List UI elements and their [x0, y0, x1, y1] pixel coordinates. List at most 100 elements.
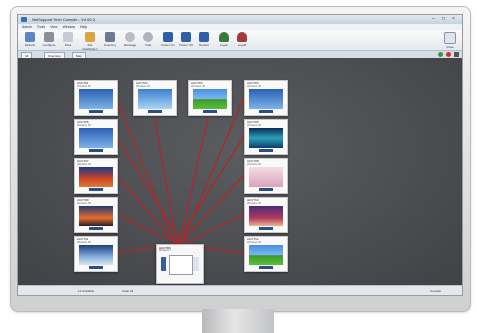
logon-icon — [219, 32, 229, 42]
client-label-bar — [89, 227, 103, 230]
power-off-label: Power Off — [179, 43, 193, 47]
tab-bar: All Overview Map — [18, 51, 462, 59]
client-os: Windows XP — [77, 85, 92, 88]
file-distribution-button[interactable]: File Distribution — [80, 32, 100, 51]
app-window: NetSupport Tech Console - V4.00.3 – □ × … — [17, 14, 463, 296]
client-tile[interactable]: ACCT11 Windows XP — [74, 236, 118, 272]
client-os: Windows XP — [247, 124, 262, 127]
client-os: Windows XP — [247, 202, 262, 205]
status-red-icon — [446, 52, 451, 57]
desktop-thumbnail — [249, 128, 283, 148]
client-tile[interactable]: ACCT06 Windows XP — [244, 119, 288, 155]
client-tile[interactable]: ACCT10 Windows XP — [244, 197, 288, 233]
inventory-icon — [105, 32, 115, 42]
restart-icon — [199, 32, 209, 42]
connection-line — [178, 113, 210, 246]
files-icon — [63, 32, 73, 42]
desktop-thumbnail — [249, 245, 283, 265]
chat-label: Chat — [144, 43, 152, 47]
restart-label: Restart — [199, 43, 209, 47]
client-map-canvas: ACCT01 Windows XP ACCT02 Windows XP ACCT03 Wi… — [18, 58, 462, 285]
server-tile[interactable]: ACCT00 Windows 7 — [156, 244, 204, 284]
menu-admin[interactable]: Admin — [22, 25, 32, 29]
client-os: Windows XP — [136, 85, 151, 88]
client-label-bar — [259, 149, 273, 152]
app-icon — [21, 17, 27, 22]
message-label: Message — [123, 43, 137, 47]
desktop-thumbnail — [79, 167, 113, 187]
client-tile[interactable]: ACCT04 Windows XP — [244, 80, 288, 116]
client-label-bar — [259, 110, 273, 113]
close-icon[interactable]: × — [449, 16, 458, 22]
client-label-bar — [259, 266, 273, 269]
desktop-thumbnail — [138, 89, 172, 109]
connection-line — [178, 174, 245, 246]
chat-icon — [143, 32, 153, 42]
refresh-label: Refresh — [24, 43, 36, 47]
client-tile[interactable]: ACCT07 Windows XP — [74, 158, 118, 194]
client-label-bar — [259, 188, 273, 191]
monitor-stand — [202, 309, 274, 333]
menu-help[interactable]: Help — [80, 25, 87, 29]
power-off-button[interactable]: Power Off — [178, 32, 194, 49]
configure-button[interactable]: Configure — [41, 32, 57, 49]
toolbar: Refresh Configure Files File Distributio… — [18, 30, 462, 51]
logoff-label: Logoff — [237, 43, 247, 47]
menu-window[interactable]: Window — [63, 25, 75, 29]
menu-tools[interactable]: Tools — [37, 25, 45, 29]
client-tile[interactable]: ACCT12 Windows XP — [244, 236, 288, 272]
status-bar: 12 Available Clear All Console — [18, 285, 462, 295]
minimize-icon[interactable]: – — [429, 16, 438, 22]
client-os: Windows XP — [77, 241, 92, 244]
client-tile[interactable]: ACCT02 Windows XP — [133, 80, 177, 116]
power-on-icon — [163, 32, 173, 42]
file-distribution-icon — [85, 32, 95, 42]
status-green-icon — [438, 52, 443, 57]
status-available: 12 Available — [78, 289, 95, 293]
file-distribution-label: File Distribution — [82, 43, 98, 51]
client-os: Windows XP — [247, 241, 262, 244]
client-tile[interactable]: ACCT05 Windows XP — [74, 119, 118, 155]
message-button[interactable]: Message — [122, 32, 138, 49]
refresh-button[interactable]: Refresh — [22, 32, 38, 49]
logon-button[interactable]: Logon — [216, 32, 232, 49]
power-off-icon — [181, 32, 191, 42]
client-label-bar — [89, 110, 103, 113]
close-view-button[interactable]: Close — [442, 32, 458, 49]
client-os: Windows XP — [77, 124, 92, 127]
client-tile[interactable]: ACCT03 Windows XP — [188, 80, 232, 116]
client-label-bar — [89, 188, 103, 191]
client-os: Windows XP — [77, 202, 92, 205]
panel-close-icon[interactable] — [454, 52, 459, 57]
power-on-button[interactable]: Power On — [160, 32, 176, 49]
client-tile[interactable]: ACCT08 Windows XP — [244, 158, 288, 194]
server-os: Windows 7 — [159, 249, 172, 252]
status-console: Console — [430, 289, 442, 293]
title-bar: NetSupport Tech Console - V4.00.3 – □ × — [18, 15, 462, 24]
client-label-bar — [259, 227, 273, 230]
connection-line — [153, 113, 178, 246]
desktop-thumbnail — [79, 89, 113, 109]
sidebar-icon — [161, 257, 166, 271]
client-tile[interactable]: ACCT09 Windows XP — [74, 197, 118, 233]
chat-button[interactable]: Chat — [140, 32, 156, 49]
status-clear[interactable]: Clear All — [122, 286, 133, 295]
configure-label: Configure — [42, 43, 56, 47]
window-title: NetSupport Tech Console - V4.00.3 — [32, 17, 95, 22]
desktop-thumbnail — [193, 89, 227, 109]
connection-line — [115, 213, 182, 246]
logoff-button[interactable]: Logoff — [234, 32, 250, 49]
logon-label: Logon — [219, 43, 229, 47]
close-view-icon — [444, 32, 456, 44]
client-tile[interactable]: ACCT01 Windows XP — [74, 80, 118, 116]
menu-view[interactable]: View — [50, 25, 58, 29]
restart-button[interactable]: Restart — [196, 32, 212, 49]
inventory-button[interactable]: Inventory — [102, 32, 118, 49]
desktop-thumbnail — [79, 245, 113, 265]
files-button[interactable]: Files — [60, 32, 76, 49]
client-os: Windows XP — [247, 163, 262, 166]
connection-line — [115, 96, 176, 246]
desktop-thumbnail — [249, 89, 283, 109]
message-icon — [125, 32, 135, 42]
maximize-icon[interactable]: □ — [439, 16, 448, 22]
